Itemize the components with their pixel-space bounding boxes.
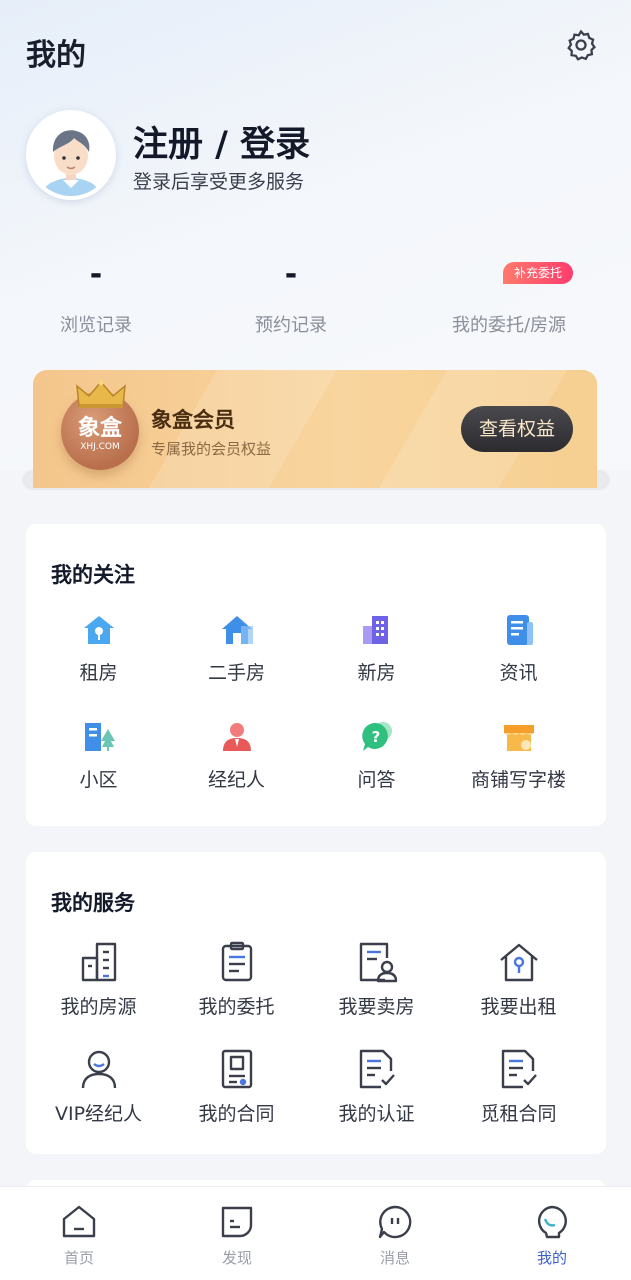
agent-icon bbox=[222, 723, 251, 751]
gear-icon[interactable] bbox=[564, 28, 598, 62]
my-entrust-label: 我的委托/房源 bbox=[451, 315, 567, 336]
follow-item-community[interactable]: 小区 bbox=[26, 719, 171, 792]
contract-icon bbox=[221, 1049, 252, 1089]
tab-home[interactable]: 首页 bbox=[0, 1187, 158, 1268]
certification-icon bbox=[359, 1049, 395, 1089]
follow-item-label: 资讯 bbox=[499, 662, 538, 684]
supplement-entrust-badge[interactable]: 补充委托 bbox=[503, 262, 573, 284]
svg-text:?: ? bbox=[371, 728, 380, 746]
follow-item-label: 新房 bbox=[357, 662, 396, 684]
vip-logo-subtext: XHJ.COM bbox=[80, 442, 120, 452]
message-icon bbox=[378, 1205, 412, 1239]
service-item-rent-contract[interactable]: 觅租合同 bbox=[446, 1047, 591, 1126]
mine-icon bbox=[537, 1205, 567, 1239]
view-benefits-button[interactable]: 查看权益 bbox=[461, 406, 573, 452]
vip-banner[interactable]: 象盒 XHJ.COM 象盒会员 专属我的会员权益 查看权益 bbox=[33, 370, 597, 488]
service-item-label: 我要卖房 bbox=[338, 996, 415, 1018]
appointment-record-stat[interactable]: - 预约记录 bbox=[206, 255, 376, 337]
follow-item-new-house[interactable]: 新房 bbox=[304, 612, 449, 685]
service-item-label: VIP经纪人 bbox=[54, 1103, 143, 1125]
browse-history-count: - bbox=[89, 257, 103, 292]
follow-item-rent[interactable]: 租房 bbox=[26, 612, 171, 685]
crown-icon bbox=[76, 380, 126, 408]
new-house-icon bbox=[362, 616, 388, 644]
vip-logo-text: 象盒 bbox=[77, 416, 122, 441]
follow-item-agent[interactable]: 经纪人 bbox=[164, 719, 309, 792]
qa-icon: ? bbox=[361, 722, 392, 751]
appointment-record-count: - bbox=[284, 257, 298, 292]
shop-office-icon bbox=[503, 725, 534, 751]
follow-item-qa[interactable]: ? 问答 bbox=[304, 719, 449, 792]
follow-item-label: 租房 bbox=[79, 662, 118, 684]
vip-agent-icon bbox=[81, 1050, 116, 1089]
tab-mine-label: 我的 bbox=[536, 1249, 567, 1267]
tab-discover[interactable]: 发现 bbox=[158, 1187, 316, 1268]
my-follow-card: 我的关注 租房 二手房 新房 资讯 小区 经纪人 ? 问答 商铺写字楼 bbox=[26, 524, 606, 826]
my-listings-icon bbox=[81, 942, 116, 982]
follow-item-second-hand[interactable]: 二手房 bbox=[164, 612, 309, 685]
tab-discover-label: 发现 bbox=[221, 1249, 252, 1267]
service-item-contract[interactable]: 我的合同 bbox=[164, 1047, 309, 1126]
tab-message-label: 消息 bbox=[379, 1249, 410, 1267]
service-item-label: 觅租合同 bbox=[480, 1103, 557, 1125]
follow-item-news[interactable]: 资讯 bbox=[446, 612, 591, 685]
service-item-certification[interactable]: 我的认证 bbox=[304, 1047, 449, 1126]
my-services-card: 我的服务 我的房源 我的委托 我要卖房 我要出租 VIP经纪人 我的合同 我的认… bbox=[26, 852, 606, 1154]
my-follow-title: 我的关注 bbox=[51, 563, 135, 587]
service-item-label: 我的房源 bbox=[60, 996, 137, 1018]
browse-history-stat[interactable]: - 浏览记录 bbox=[11, 255, 181, 337]
rent-out-icon bbox=[499, 943, 538, 982]
bottom-tab-bar: 首页 发现 消息 我的 bbox=[0, 1186, 631, 1280]
rent-contract-icon bbox=[501, 1049, 537, 1089]
my-services-title: 我的服务 bbox=[51, 891, 135, 915]
tab-home-label: 首页 bbox=[63, 1249, 94, 1267]
discover-icon bbox=[221, 1206, 253, 1238]
vip-subtitle: 专属我的会员权益 bbox=[151, 440, 272, 458]
login-title[interactable]: 注册 / 登录 bbox=[133, 116, 310, 167]
service-item-sell-house[interactable]: 我要卖房 bbox=[304, 940, 449, 1019]
follow-item-label: 二手房 bbox=[207, 662, 265, 684]
service-item-label: 我的合同 bbox=[198, 1103, 275, 1125]
avatar[interactable] bbox=[26, 110, 116, 200]
follow-item-shop-office[interactable]: 商铺写字楼 bbox=[446, 719, 591, 792]
service-item-label: 我的认证 bbox=[338, 1103, 415, 1125]
appointment-record-label: 预约记录 bbox=[255, 315, 327, 336]
service-item-label: 我要出租 bbox=[480, 996, 557, 1018]
service-item-my-listings[interactable]: 我的房源 bbox=[26, 940, 171, 1019]
follow-item-label: 经纪人 bbox=[207, 769, 265, 791]
home-icon bbox=[62, 1205, 96, 1238]
news-icon bbox=[506, 615, 533, 645]
vip-title: 象盒会员 bbox=[151, 408, 235, 432]
service-item-vip-agent[interactable]: VIP经纪人 bbox=[26, 1047, 171, 1126]
tab-mine[interactable]: 我的 bbox=[473, 1187, 631, 1268]
browse-history-label: 浏览记录 bbox=[60, 315, 132, 336]
follow-item-label: 问答 bbox=[357, 769, 396, 791]
login-subtitle: 登录后享受更多服务 bbox=[133, 171, 305, 193]
service-item-my-entrust[interactable]: 我的委托 bbox=[164, 940, 309, 1019]
second-hand-house-icon bbox=[221, 616, 253, 644]
rent-house-icon bbox=[83, 616, 114, 644]
tab-message[interactable]: 消息 bbox=[316, 1187, 474, 1268]
follow-item-label: 小区 bbox=[79, 769, 118, 791]
service-item-rent-out[interactable]: 我要出租 bbox=[446, 940, 591, 1019]
community-icon bbox=[84, 723, 115, 751]
my-entrust-icon bbox=[221, 941, 252, 982]
page-title: 我的 bbox=[26, 38, 86, 73]
follow-item-label: 商铺写字楼 bbox=[470, 769, 566, 791]
sell-house-icon bbox=[359, 942, 397, 983]
service-item-label: 我的委托 bbox=[198, 996, 275, 1018]
